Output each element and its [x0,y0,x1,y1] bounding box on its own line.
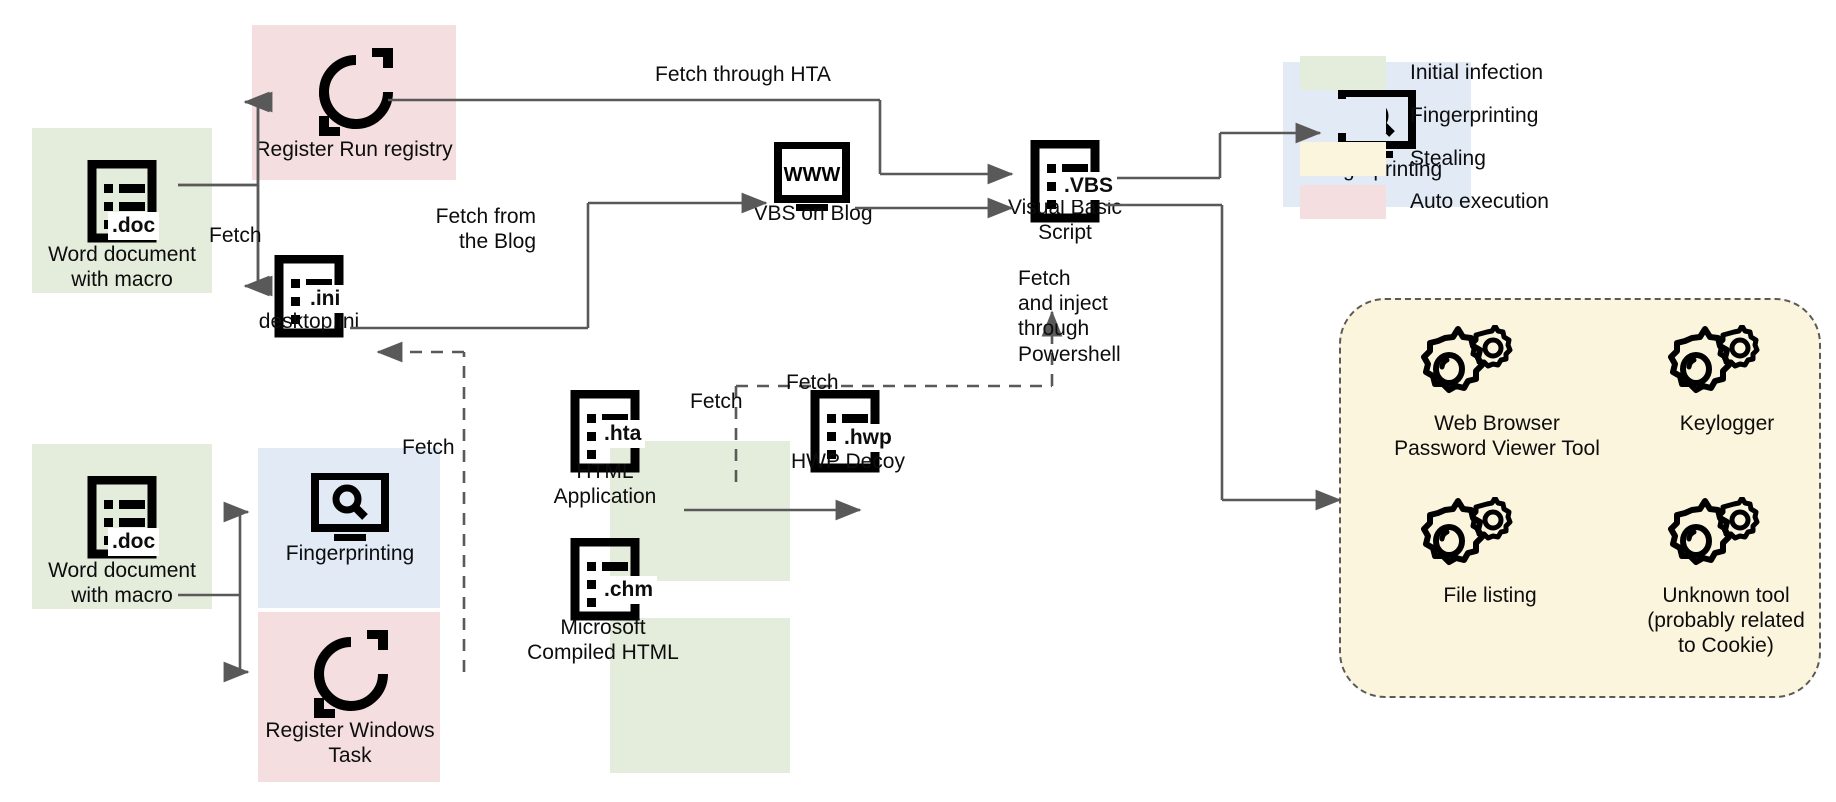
extension-doc-bottom: .doc [108,528,160,556]
label-fingerprinting-bottom: Fingerprinting [285,542,415,565]
extension-vbs: .VBS [1060,172,1118,200]
label-register-windows-task: Register Windows Task [265,719,435,767]
edge-label-fetch-from-the-blog: Fetch from the Blog [435,205,536,254]
label-html-application: HTML Application [553,460,657,508]
extension-hwp: .hwp [840,424,896,452]
node-fingerprinting-bottom[interactable] [305,473,395,545]
gears-icon [1421,325,1513,393]
node-register-run-registry[interactable] [310,48,402,140]
edge-label-fetch-hta-to-hwp: Fetch [690,390,743,413]
label-register-run-registry: Register Run registry [255,138,453,161]
edge-label-fetch-word-to-ini: Fetch [209,224,262,247]
label-web-browser-password-viewer-tool: Web Browser Password Viewer Tool [1394,412,1600,460]
label-microsoft-compiled-html: Microsoft Compiled HTML [527,616,679,664]
node-web-browser-password-viewer-tool[interactable] [1408,325,1518,409]
label-word-document-bottom: Word document with macro [48,559,196,607]
extension-doc-top: .doc [108,212,160,240]
label-hwp-decoy: HWP Decoy [791,450,905,473]
legend-label-fingerprinting: Fingerprinting [1410,104,1539,127]
legend-swatch-fingerprinting [1300,99,1386,133]
refresh-icon [319,48,393,136]
label-visual-basic-script: Visual Basic Script [1007,196,1122,244]
label-word-document-top: Word document with macro [48,243,196,291]
label-keylogger: Keylogger [1679,412,1775,435]
extension-ini: .ini [306,285,345,313]
legend-swatch-initial-infection [1300,56,1386,90]
edge-label-fetch-through-hta: Fetch through HTA [655,63,831,86]
monitor-search-icon [311,473,389,541]
svg-text:WWW: WWW [784,164,841,186]
legend-label-stealing: Stealing [1410,147,1486,170]
gears-icon [1421,497,1513,565]
node-file-listing[interactable] [1408,497,1518,581]
edge-label-fetch-hwp-top: Fetch [786,371,839,394]
node-register-windows-task[interactable] [305,630,397,722]
diagram-canvas: .doc Word document with macro Register R… [0,0,1836,802]
label-unknown-tool: Unknown tool (probably related to Cookie… [1647,584,1805,657]
label-file-listing: File listing [1443,584,1537,607]
label-vbs-on-blog: VBS on Blog [753,202,873,225]
node-unknown-tool[interactable] [1655,497,1765,581]
legend-label-initial-infection: Initial infection [1410,61,1544,84]
gears-icon [1668,497,1760,565]
edge-label-fetch-and-inject: Fetch and inject through Powershell [1018,267,1121,366]
refresh-icon [314,630,388,718]
label-desktop-ini: desktop.ini [258,310,360,333]
gears-icon [1668,325,1760,393]
legend-swatch-stealing [1300,142,1386,176]
edge-label-fetch-task-to-ini: Fetch [402,436,455,459]
node-keylogger[interactable] [1655,325,1765,409]
extension-hta: .hta [600,420,646,448]
legend-swatch-auto-execution [1300,185,1386,219]
legend-label-auto-execution: Auto execution [1410,190,1549,213]
extension-chm: .chm [600,576,658,604]
